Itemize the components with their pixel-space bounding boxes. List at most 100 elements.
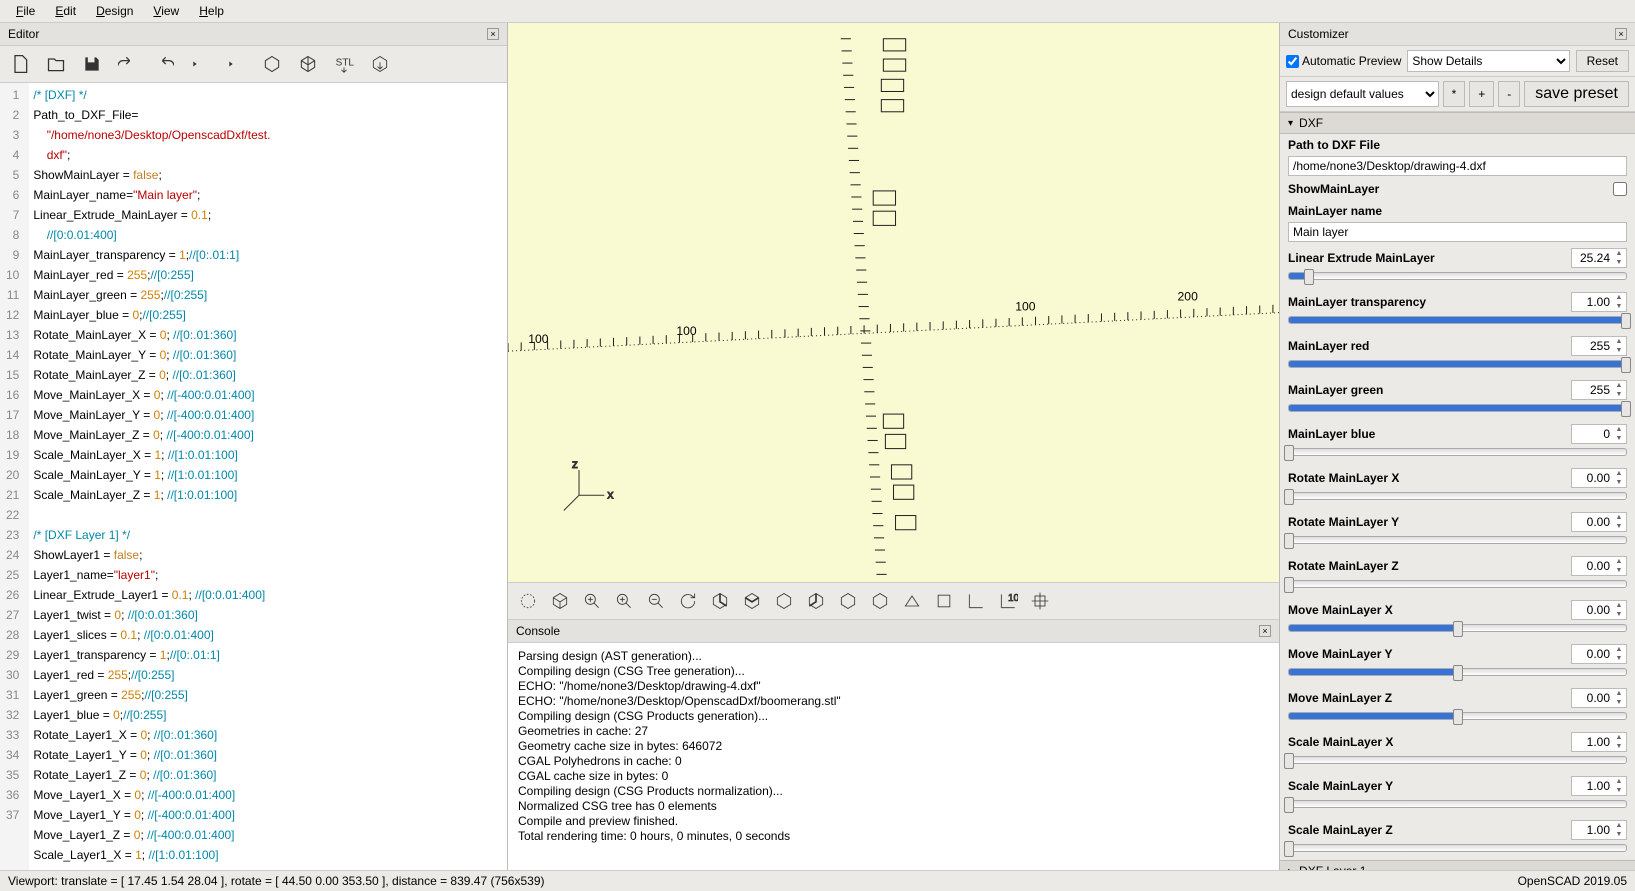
new-icon[interactable] <box>6 50 34 78</box>
status-right: OpenSCAD 2019.05 <box>1518 874 1627 888</box>
param-slider[interactable] <box>1288 580 1627 588</box>
view-left-icon[interactable] <box>802 587 830 615</box>
menubar: File Edit Design View Help <box>0 0 1635 23</box>
console-close-icon[interactable]: × <box>1259 625 1271 637</box>
param-label: MainLayer red <box>1288 339 1369 353</box>
param-spinbox[interactable]: ▲▼ <box>1571 600 1627 620</box>
param-spinbox[interactable]: ▲▼ <box>1571 820 1627 840</box>
param-slider[interactable] <box>1288 756 1627 764</box>
param-spinbox[interactable]: ▲▼ <box>1571 468 1627 488</box>
menu-design[interactable]: Design <box>86 2 143 20</box>
preview-icon[interactable] <box>258 50 286 78</box>
undo-icon[interactable] <box>114 50 142 78</box>
svg-text:10: 10 <box>1008 593 1018 604</box>
console-line: Parsing design (AST generation)... <box>518 649 1269 664</box>
save-preset-button[interactable]: save preset <box>1524 81 1629 107</box>
redo-icon[interactable] <box>150 50 178 78</box>
param-slider[interactable] <box>1288 668 1627 676</box>
zoom-fit-icon[interactable] <box>578 587 606 615</box>
preset-star-button[interactable]: * <box>1443 81 1466 107</box>
customizer-title: Customizer <box>1288 27 1349 41</box>
param-spinbox[interactable]: ▲▼ <box>1571 688 1627 708</box>
preset-add-button[interactable]: + <box>1469 81 1494 107</box>
param-slider[interactable] <box>1288 448 1627 456</box>
group-dxf[interactable]: DXF <box>1280 112 1635 134</box>
param-label: Linear Extrude MainLayer <box>1288 251 1435 265</box>
code-editor[interactable]: 1234567891011121314151617181920212223242… <box>0 83 507 870</box>
console-line: Compiling design (CSG Tree generation)..… <box>518 664 1269 679</box>
param-text-input[interactable] <box>1288 222 1627 242</box>
param-spinbox[interactable]: ▲▼ <box>1571 512 1627 532</box>
send-icon[interactable] <box>366 50 394 78</box>
param-label: Move MainLayer Z <box>1288 691 1392 705</box>
param-spinbox[interactable]: ▲▼ <box>1571 732 1627 752</box>
preset-remove-button[interactable]: - <box>1498 81 1520 107</box>
param-spinbox[interactable]: ▲▼ <box>1571 556 1627 576</box>
preset-select[interactable]: design default values <box>1286 81 1439 107</box>
auto-preview-checkbox[interactable]: Automatic Preview <box>1286 54 1401 68</box>
perspective-icon[interactable] <box>898 587 926 615</box>
svg-text:STL: STL <box>336 58 354 69</box>
param-slider[interactable] <box>1288 492 1627 500</box>
param-slider[interactable] <box>1288 712 1627 720</box>
param-spinbox[interactable]: ▲▼ <box>1571 336 1627 356</box>
menu-help[interactable]: Help <box>189 2 234 20</box>
save-icon[interactable] <box>78 50 106 78</box>
param-checkbox[interactable] <box>1613 182 1627 196</box>
param-slider[interactable] <box>1288 844 1627 852</box>
console-titlebar: Console × <box>508 620 1279 643</box>
export-stl-icon[interactable]: STL <box>330 50 358 78</box>
view-front-icon[interactable] <box>834 587 862 615</box>
group-collapsed[interactable]: DXF Layer 1 <box>1280 860 1635 870</box>
reset-button[interactable]: Reset <box>1576 50 1629 72</box>
viewport-toolbar: 10 <box>508 582 1279 620</box>
unindent-icon[interactable] <box>186 50 214 78</box>
render-icon[interactable] <box>294 50 322 78</box>
reset-view-icon[interactable] <box>674 587 702 615</box>
param-spinbox[interactable]: ▲▼ <box>1571 380 1627 400</box>
customizer-close-icon[interactable]: × <box>1615 28 1627 40</box>
param-label: Scale MainLayer X <box>1288 735 1393 749</box>
orthogonal-icon[interactable] <box>930 587 958 615</box>
param-spinbox[interactable]: ▲▼ <box>1571 644 1627 664</box>
view-right-icon[interactable] <box>706 587 734 615</box>
console-line: Geometries in cache: 27 <box>518 724 1269 739</box>
param-slider[interactable] <box>1288 536 1627 544</box>
scale-marker-icon[interactable]: 10 <box>994 587 1022 615</box>
param-label: MainLayer blue <box>1288 427 1375 441</box>
view-back-icon[interactable] <box>866 587 894 615</box>
open-icon[interactable] <box>42 50 70 78</box>
param-slider[interactable] <box>1288 624 1627 632</box>
preview-axes-icon[interactable] <box>514 587 542 615</box>
menu-edit[interactable]: Edit <box>45 2 86 20</box>
param-spinbox[interactable]: ▲▼ <box>1571 248 1627 268</box>
param-slider[interactable] <box>1288 316 1627 324</box>
zoom-in-icon[interactable] <box>610 587 638 615</box>
param-slider[interactable] <box>1288 404 1627 412</box>
param-slider[interactable] <box>1288 360 1627 368</box>
parameters-list[interactable]: DXFPath to DXF FileShowMainLayerMainLaye… <box>1280 112 1635 870</box>
view-bottom-icon[interactable] <box>770 587 798 615</box>
axes-toggle-icon[interactable] <box>962 587 990 615</box>
view-cube-icon[interactable] <box>546 587 574 615</box>
param-slider[interactable] <box>1288 272 1627 280</box>
console-line: ECHO: "/home/none3/Desktop/drawing-4.dxf… <box>518 679 1269 694</box>
view-top-icon[interactable] <box>738 587 766 615</box>
param-slider[interactable] <box>1288 800 1627 808</box>
zoom-out-icon[interactable] <box>642 587 670 615</box>
details-select[interactable]: Show Details <box>1407 50 1569 72</box>
param-text-input[interactable] <box>1288 156 1627 176</box>
console-output[interactable]: Parsing design (AST generation)...Compil… <box>508 643 1279 870</box>
param-spinbox[interactable]: ▲▼ <box>1571 776 1627 796</box>
crosshair-icon[interactable] <box>1026 587 1054 615</box>
viewport-3d[interactable]: x z 100 100 100 200 <box>508 23 1279 582</box>
param-spinbox[interactable]: ▲▼ <box>1571 424 1627 444</box>
param-label: MainLayer name <box>1288 204 1382 218</box>
param-label: Rotate MainLayer X <box>1288 471 1399 485</box>
menu-view[interactable]: View <box>143 2 189 20</box>
indent-icon[interactable] <box>222 50 250 78</box>
console-line: Compiling design (CSG Products generatio… <box>518 709 1269 724</box>
param-spinbox[interactable]: ▲▼ <box>1571 292 1627 312</box>
menu-file[interactable]: File <box>6 2 45 20</box>
editor-close-icon[interactable]: × <box>487 28 499 40</box>
